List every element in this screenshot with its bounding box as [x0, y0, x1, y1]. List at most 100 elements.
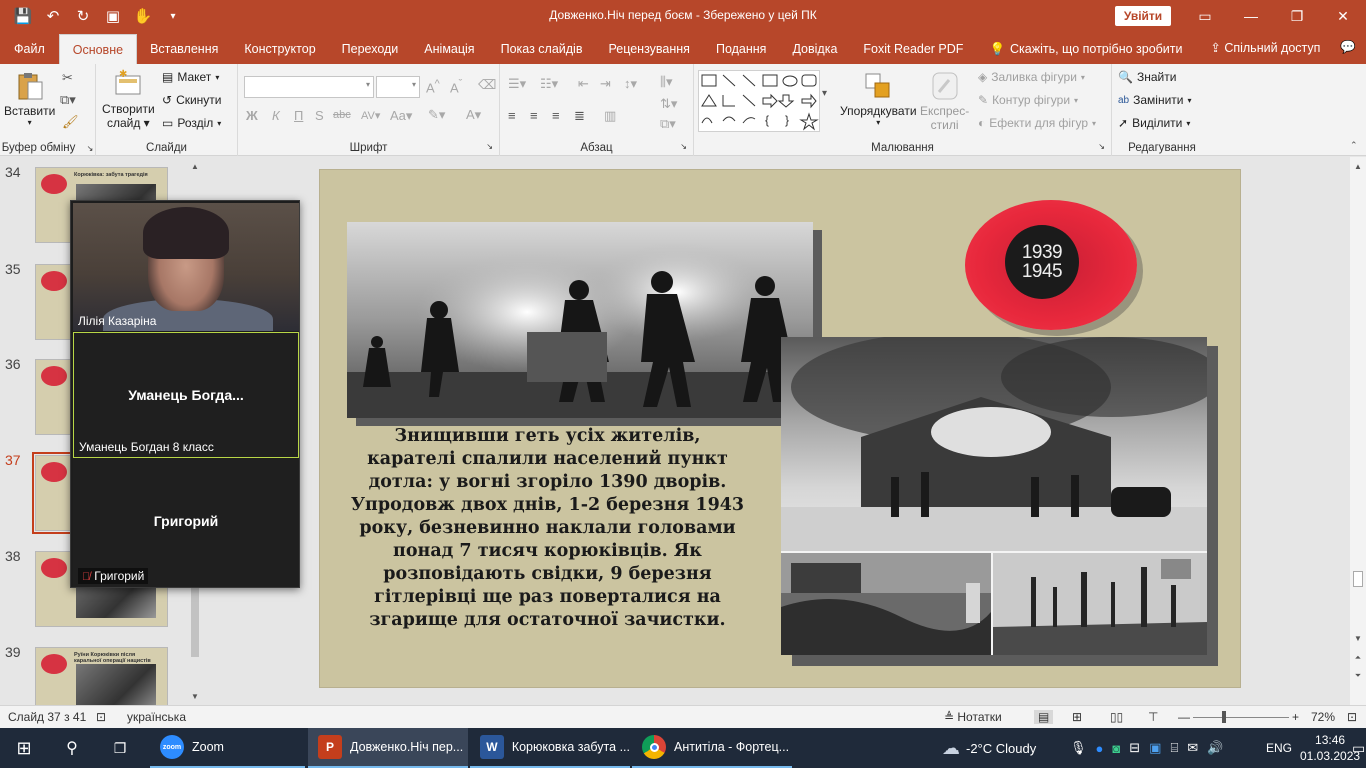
notifications-icon[interactable]: ▭ [1352, 728, 1365, 768]
shapes-gallery[interactable]: {} [698, 70, 820, 132]
usb-icon[interactable]: ⊟ [1129, 740, 1140, 756]
tab-transitions[interactable]: Переходи [329, 34, 412, 64]
arrange-button[interactable]: Упорядкувати ▾ [840, 70, 917, 127]
format-painter-icon[interactable]: 🖌 [62, 114, 79, 130]
taskbar-app-word[interactable]: W Корюковка забута ... [470, 728, 630, 768]
normal-view-icon[interactable]: ▤ [1034, 710, 1054, 724]
justify-icon[interactable]: ≣ [574, 108, 585, 124]
microphone-icon[interactable]: 🎙 [1070, 740, 1087, 756]
shape-outline-button[interactable]: ✎ Контур фігури ▾ [978, 93, 1078, 107]
shape-effects-button[interactable]: ◐ Ефекти для фігур ▾ [978, 116, 1096, 130]
network-icon[interactable]: ⌸ [1170, 740, 1178, 756]
search-button[interactable]: ⚲ [48, 728, 96, 768]
zoom-video-panel[interactable]: Лілія Казаріна Уманець Богда... Уманець … [70, 200, 300, 588]
decrease-font-icon[interactable]: Aˇ [450, 78, 462, 95]
touch-mode-icon[interactable]: ✋ [130, 3, 156, 29]
tab-animations[interactable]: Анімація [411, 34, 487, 64]
cut-icon[interactable]: ✂ [62, 70, 73, 86]
customize-qat-icon[interactable]: ▾ [160, 3, 186, 29]
tab-insert[interactable]: Вставлення [137, 34, 231, 64]
clear-format-icon[interactable]: ⌫ [478, 77, 496, 93]
tab-design[interactable]: Конструктор [231, 34, 328, 64]
restore-icon[interactable]: ❐ [1274, 0, 1320, 32]
align-right-icon[interactable]: ≡ [552, 108, 560, 123]
volume-icon[interactable]: 🔊 [1207, 740, 1223, 756]
tell-me-search[interactable]: 💡 Скажіть, що потрібно зробити [976, 34, 1195, 64]
tab-slideshow[interactable]: Показ слайдів [488, 34, 596, 64]
text-box-settings-icon[interactable]: ▥ [604, 108, 616, 124]
spellcheck-icon[interactable]: ⊡ [96, 710, 106, 724]
redo-icon[interactable]: ↻ [70, 3, 96, 29]
shadow-icon[interactable]: S [315, 108, 324, 123]
copy-icon[interactable]: ⧉▾ [60, 92, 76, 108]
participant-tile[interactable]: Уманець Богда... Уманець Богдан 8 класс [73, 332, 299, 458]
bold-icon[interactable]: Ж [246, 108, 258, 123]
spacing-icon[interactable]: AV▾ [361, 109, 380, 122]
shape-fill-button[interactable]: ◈ Заливка фігури ▾ [978, 70, 1085, 84]
taskbar-app-chrome[interactable]: Антитіла - Фортец... [632, 728, 792, 768]
select-button[interactable]: ➚ Виділити ▾ [1118, 116, 1190, 130]
font-size-combo[interactable]: ▾ [376, 76, 420, 98]
columns-icon[interactable]: ⫼▾ [660, 74, 673, 90]
scroll-down-icon[interactable]: ▼ [1351, 631, 1365, 645]
slide-sorter-icon[interactable]: ⊞ [1072, 710, 1082, 724]
shapes-more-icon[interactable]: ▾ [822, 88, 827, 99]
strikethrough-icon[interactable]: abc [333, 109, 351, 121]
next-slide-icon[interactable]: ⏷ [1351, 669, 1365, 683]
tab-file[interactable]: Файл [0, 34, 59, 64]
scroll-up-icon[interactable]: ▲ [188, 159, 202, 173]
fit-to-window-icon[interactable]: ⊡ [1347, 710, 1357, 724]
zoom-slider[interactable] [1193, 717, 1289, 718]
section-button[interactable]: ▭ Розділ ▾ [162, 116, 221, 130]
task-view-button[interactable]: ❐ [96, 728, 144, 768]
decrease-indent-icon[interactable]: ⇤ [578, 76, 589, 92]
replace-button[interactable]: ab Замінити ▾ [1118, 93, 1192, 107]
reading-view-icon[interactable]: ▯▯ [1110, 710, 1123, 724]
collapse-ribbon-icon[interactable]: ⌃ [1350, 140, 1358, 151]
align-center-icon[interactable]: ≡ [530, 108, 538, 123]
weather-widget[interactable]: ☁ -2°C Cloudy [942, 728, 1036, 768]
slide-thumbnail-39[interactable]: Руїни Корюківки після каральної операції… [35, 647, 168, 707]
slideshow-view-icon[interactable]: ⊤ [1148, 710, 1158, 724]
share-button[interactable]: ⇪ Спільний доступ [1210, 40, 1320, 55]
undo-icon[interactable]: ↶ [40, 3, 66, 29]
participant-tile[interactable]: Григорий 🎙̸ Григорий [73, 459, 299, 587]
signin-button[interactable]: Увійти [1115, 6, 1171, 26]
italic-icon[interactable]: К [272, 108, 280, 123]
align-left-icon[interactable]: ≡ [508, 108, 516, 123]
underline-icon[interactable]: П [294, 108, 303, 123]
taskbar-app-zoom[interactable]: zoom Zoom [150, 728, 305, 768]
layout-button[interactable]: ▤ Макет ▾ [162, 70, 219, 84]
current-slide[interactable]: 1939 1945 Знищивши геть усіх жителів, ка… [319, 169, 1241, 688]
increase-indent-icon[interactable]: ⇥ [600, 76, 611, 92]
save-icon[interactable]: 💾 [10, 3, 36, 29]
ribbon-display-options-icon[interactable]: ▭ [1182, 0, 1228, 32]
comments-icon[interactable]: 💬 [1340, 40, 1356, 55]
chat-icon[interactable]: ✉ [1187, 740, 1198, 756]
find-button[interactable]: 🔍 Знайти [1118, 70, 1176, 84]
smartart-icon[interactable]: ⧉▾ [660, 116, 676, 132]
zoom-out-icon[interactable]: — [1178, 710, 1190, 724]
close-icon[interactable]: ✕ [1320, 0, 1366, 32]
scroll-thumb[interactable] [1353, 571, 1363, 587]
canvas-scrollbar[interactable]: ▲ ▼ ⏶ ⏷ [1350, 157, 1366, 705]
scroll-up-icon[interactable]: ▲ [1351, 159, 1365, 173]
reset-button[interactable]: ↺ Скинути [162, 93, 222, 107]
tab-review[interactable]: Рецензування [595, 34, 702, 64]
change-case-icon[interactable]: Aa▾ [390, 108, 412, 124]
start-button[interactable]: ⊞ [0, 728, 48, 768]
numbering-icon[interactable]: ☷▾ [540, 76, 558, 92]
paste-button[interactable]: Вставити ▾ [4, 70, 55, 127]
slide-body-text[interactable]: Знищивши геть усіх жителів, карателі спа… [350, 425, 745, 632]
zoom-slider-thumb[interactable] [1222, 711, 1226, 723]
display-icon[interactable]: ▣ [1149, 740, 1161, 756]
new-slide-button[interactable]: ✱ Створити слайд ▾ [102, 68, 155, 130]
language-indicator[interactable]: українська [127, 710, 186, 724]
tab-help[interactable]: Довідка [779, 34, 850, 64]
quick-styles-button[interactable]: Експрес- стилі [920, 70, 969, 132]
tab-home[interactable]: Основне [58, 34, 138, 64]
font-family-combo[interactable]: ▾ [244, 76, 374, 98]
app-tray-icon[interactable]: ◙ [1112, 741, 1120, 756]
tab-foxit[interactable]: Foxit Reader PDF [850, 34, 976, 64]
scroll-down-icon[interactable]: ▼ [188, 689, 202, 703]
